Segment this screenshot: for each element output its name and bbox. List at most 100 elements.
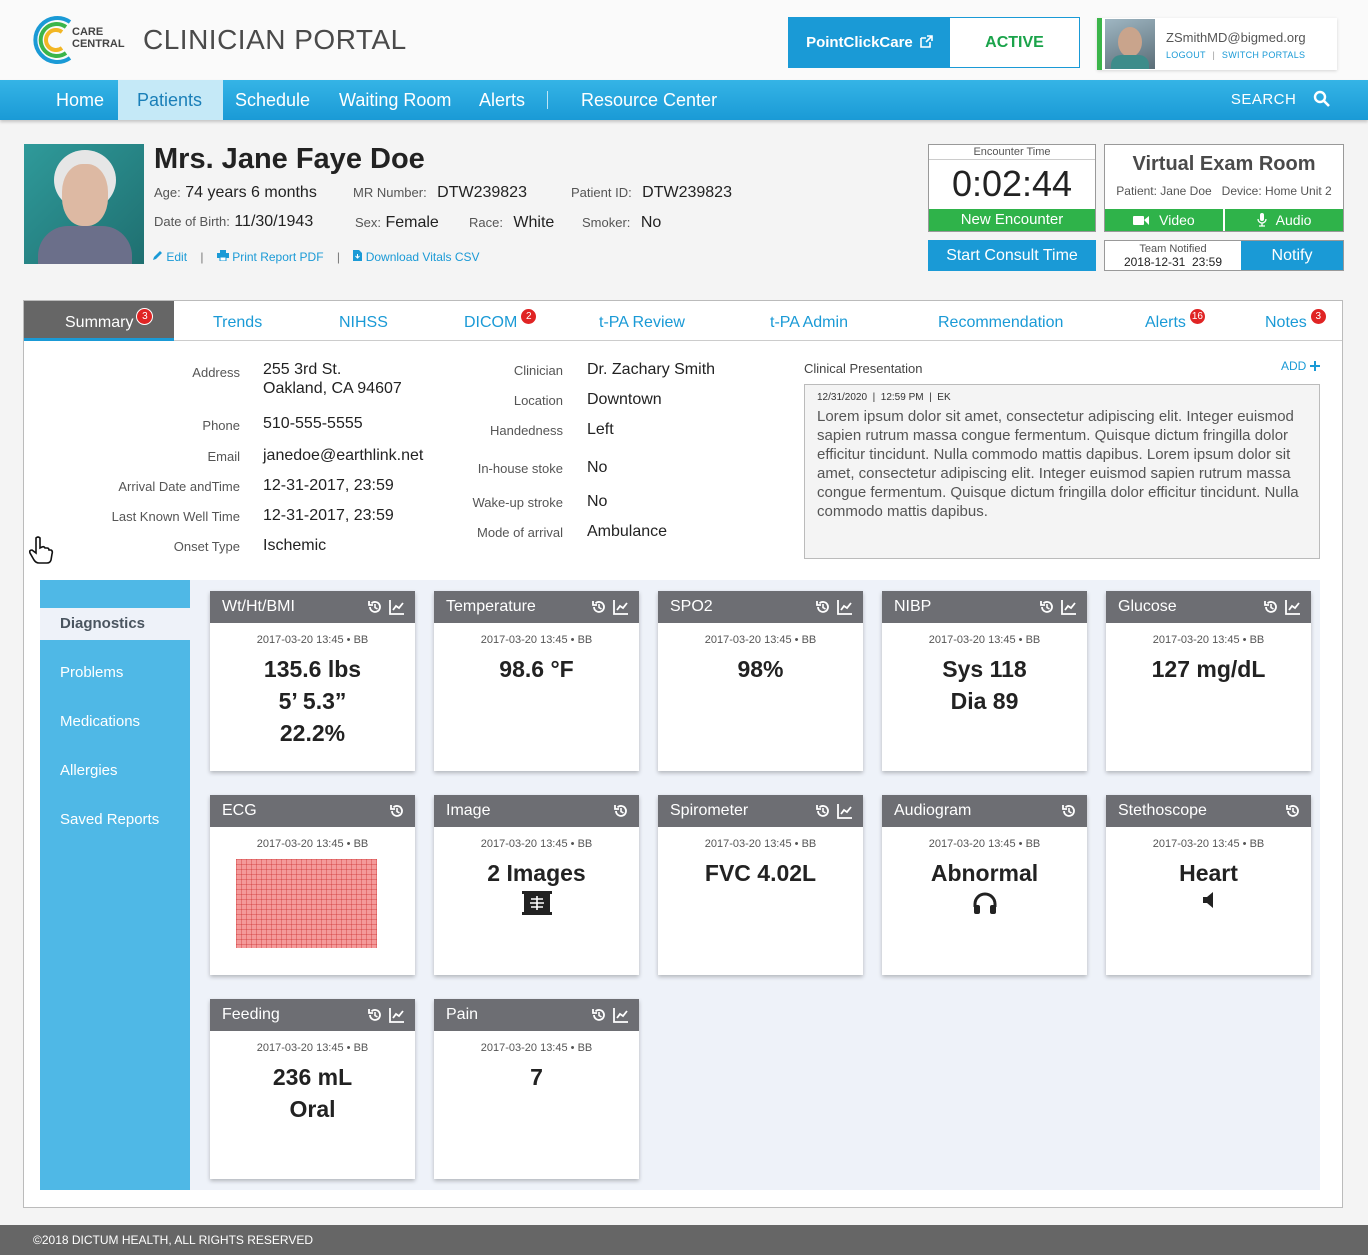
encounter-time-label: Encounter Time bbox=[929, 146, 1095, 160]
vital-tile-nibp[interactable]: NIBP 2017-03-20 13:45 • BB Sys 118 Dia 89 bbox=[882, 591, 1087, 771]
headphones-icon bbox=[973, 892, 996, 914]
xray-icon bbox=[521, 891, 552, 915]
trend-chart-icon[interactable] bbox=[1061, 599, 1077, 615]
history-icon[interactable] bbox=[389, 803, 405, 819]
sex-value: Female bbox=[385, 214, 439, 231]
video-button[interactable]: Video bbox=[1105, 209, 1223, 231]
sidebar-item-saved-reports[interactable]: Saved Reports bbox=[40, 804, 190, 836]
tab-summary-badge: 3 bbox=[136, 308, 154, 325]
video-label: Video bbox=[1159, 212, 1195, 228]
tile-header: Temperature bbox=[434, 591, 639, 623]
print-report-link[interactable]: Print Report PDF bbox=[216, 250, 327, 264]
history-icon[interactable] bbox=[815, 599, 831, 615]
tile-header: Pain bbox=[434, 999, 639, 1031]
nav-schedule[interactable]: Schedule bbox=[216, 80, 329, 120]
sidebar-item-diagnostics[interactable]: Diagnostics bbox=[40, 608, 190, 640]
tile-timestamp: 2017-03-20 13:45 • BB bbox=[928, 838, 1041, 850]
tab-tpa-admin[interactable]: t-PA Admin bbox=[770, 301, 848, 341]
trend-chart-icon[interactable] bbox=[389, 599, 405, 615]
onset-type-label: Onset Type bbox=[173, 539, 240, 554]
trend-chart-icon[interactable] bbox=[837, 803, 853, 819]
tab-recommendation[interactable]: Recommendation bbox=[938, 301, 1063, 341]
vital-tile-glucose[interactable]: Glucose 2017-03-20 13:45 • BB 127 mg/dL bbox=[1106, 591, 1311, 771]
edit-link[interactable]: Edit bbox=[152, 250, 190, 264]
trend-chart-icon[interactable] bbox=[613, 599, 629, 615]
vital-tile-spo2[interactable]: SPO2 2017-03-20 13:45 • BB 98% bbox=[658, 591, 863, 771]
tile-value: Abnormal bbox=[882, 857, 1087, 889]
history-icon[interactable] bbox=[1039, 599, 1055, 615]
address-line1: 255 3rd St. bbox=[263, 361, 342, 378]
tab-tpa-review[interactable]: t-PA Review bbox=[599, 301, 685, 341]
add-clinical-note-button[interactable]: ADD bbox=[1281, 359, 1320, 373]
history-icon[interactable] bbox=[367, 1007, 383, 1023]
tile-header: Spirometer bbox=[658, 795, 863, 827]
vital-tile-wt-ht-bmi[interactable]: Wt/Ht/BMI 2017-03-20 13:45 • BB 135.6 lbs 5… bbox=[210, 591, 415, 771]
tile-title: Audiogram bbox=[894, 802, 972, 819]
trend-chart-icon[interactable] bbox=[1285, 599, 1301, 615]
nav-resource-center[interactable]: Resource Center bbox=[562, 80, 736, 120]
ecg-strip-thumbnail[interactable] bbox=[236, 859, 377, 948]
download-vitals-link[interactable]: Download Vitals CSV bbox=[353, 250, 480, 264]
tab-nihss[interactable]: NIHSS bbox=[339, 301, 388, 341]
sidebar-item-allergies[interactable]: Allergies bbox=[40, 755, 190, 787]
vital-tile-temperature[interactable]: Temperature 2017-03-20 13:45 • BB 98.6 °F bbox=[434, 591, 639, 771]
tile-header: Glucose bbox=[1106, 591, 1311, 623]
trend-chart-icon[interactable] bbox=[613, 1007, 629, 1023]
vital-tile-ecg[interactable]: ECG 2017-03-20 13:45 • BB bbox=[210, 795, 415, 975]
clinical-presentation-note[interactable]: 12/31/2020 | 12:59 PM | EK Lorem ipsum d… bbox=[804, 384, 1320, 559]
vital-tile-stethoscope[interactable]: Stethoscope 2017-03-20 13:45 • BB Heart bbox=[1106, 795, 1311, 975]
tab-trends[interactable]: Trends bbox=[213, 301, 262, 341]
tile-value-line: 236 mL bbox=[272, 1064, 353, 1090]
new-encounter-button[interactable]: New Encounter bbox=[929, 209, 1095, 231]
search-button[interactable]: SEARCH bbox=[1231, 80, 1330, 120]
vital-tile-feeding[interactable]: Feeding 2017-03-20 13:45 • BB 236 mL Oral bbox=[210, 999, 415, 1179]
pointclickcare-link[interactable]: PointClickCare bbox=[789, 18, 950, 67]
nav-home[interactable]: Home bbox=[37, 80, 123, 120]
virtual-exam-title: Virtual Exam Room bbox=[1132, 153, 1316, 175]
nav-waiting-room[interactable]: Waiting Room bbox=[320, 80, 470, 120]
trend-chart-icon[interactable] bbox=[837, 599, 853, 615]
history-icon[interactable] bbox=[1061, 803, 1077, 819]
nav-alerts[interactable]: Alerts bbox=[460, 80, 544, 120]
care-central-logo[interactable]: CARE CENTRAL bbox=[32, 14, 132, 66]
email-label: Email bbox=[207, 449, 240, 464]
logout-link[interactable]: LOGOUT bbox=[1166, 50, 1206, 60]
team-notified: Team Notified 2018-12-31 23:59 Notify bbox=[1104, 240, 1344, 271]
nav-divider bbox=[547, 91, 548, 109]
tab-summary[interactable]: Summary 3 bbox=[24, 301, 174, 341]
sidebar-item-medications[interactable]: Medications bbox=[40, 706, 190, 738]
tab-dicom[interactable]: DICOM 2 bbox=[464, 301, 538, 341]
tab-alerts[interactable]: Alerts 16 bbox=[1145, 301, 1206, 341]
tab-notes[interactable]: Notes 3 bbox=[1265, 301, 1327, 341]
history-icon[interactable] bbox=[367, 599, 383, 615]
vital-tile-pain[interactable]: Pain 2017-03-20 13:45 • BB 7 bbox=[434, 999, 639, 1179]
trend-chart-icon[interactable] bbox=[389, 1007, 405, 1023]
mode-of-arrival-value: Ambulance bbox=[587, 523, 668, 540]
arrival-time-value: 12-31-2017, 23:59 bbox=[263, 477, 394, 494]
print-icon bbox=[216, 250, 229, 262]
clinical-note-text: Lorem ipsum dolor sit amet, consectetur … bbox=[817, 408, 1299, 520]
tile-header: Wt/Ht/BMI bbox=[210, 591, 415, 623]
tile-timestamp: 2017-03-20 13:45 • BB bbox=[704, 634, 817, 646]
vital-tile-spirometer[interactable]: Spirometer 2017-03-20 13:45 • BB FVC 4.02L bbox=[658, 795, 863, 975]
history-icon[interactable] bbox=[613, 803, 629, 819]
microphone-icon bbox=[1256, 213, 1267, 227]
audio-button[interactable]: Audio bbox=[1225, 209, 1343, 231]
vital-tile-image[interactable]: Image 2017-03-20 13:45 • BB 2 Images bbox=[434, 795, 639, 975]
handedness-label: Handedness bbox=[490, 423, 563, 438]
sidebar-item-problems[interactable]: Problems bbox=[40, 657, 190, 689]
switch-portals-link[interactable]: SWITCH PORTALS bbox=[1222, 50, 1305, 60]
start-consult-button[interactable]: Start Consult Time bbox=[928, 240, 1096, 271]
history-icon[interactable] bbox=[591, 599, 607, 615]
clinician-value: Dr. Zachary Smith bbox=[587, 361, 716, 378]
user-avatar[interactable] bbox=[1105, 19, 1155, 69]
vital-tile-audiogram[interactable]: Audiogram 2017-03-20 13:45 • BB Abnormal bbox=[882, 795, 1087, 975]
notify-button[interactable]: Notify bbox=[1241, 241, 1343, 270]
nav-patients[interactable]: Patients bbox=[118, 80, 223, 120]
history-icon[interactable] bbox=[815, 803, 831, 819]
history-icon[interactable] bbox=[1263, 599, 1279, 615]
tile-header: NIBP bbox=[882, 591, 1087, 623]
tile-value: 135.6 lbs 5’ 5.3” 22.2% bbox=[210, 653, 415, 749]
history-icon[interactable] bbox=[1285, 803, 1301, 819]
history-icon[interactable] bbox=[591, 1007, 607, 1023]
